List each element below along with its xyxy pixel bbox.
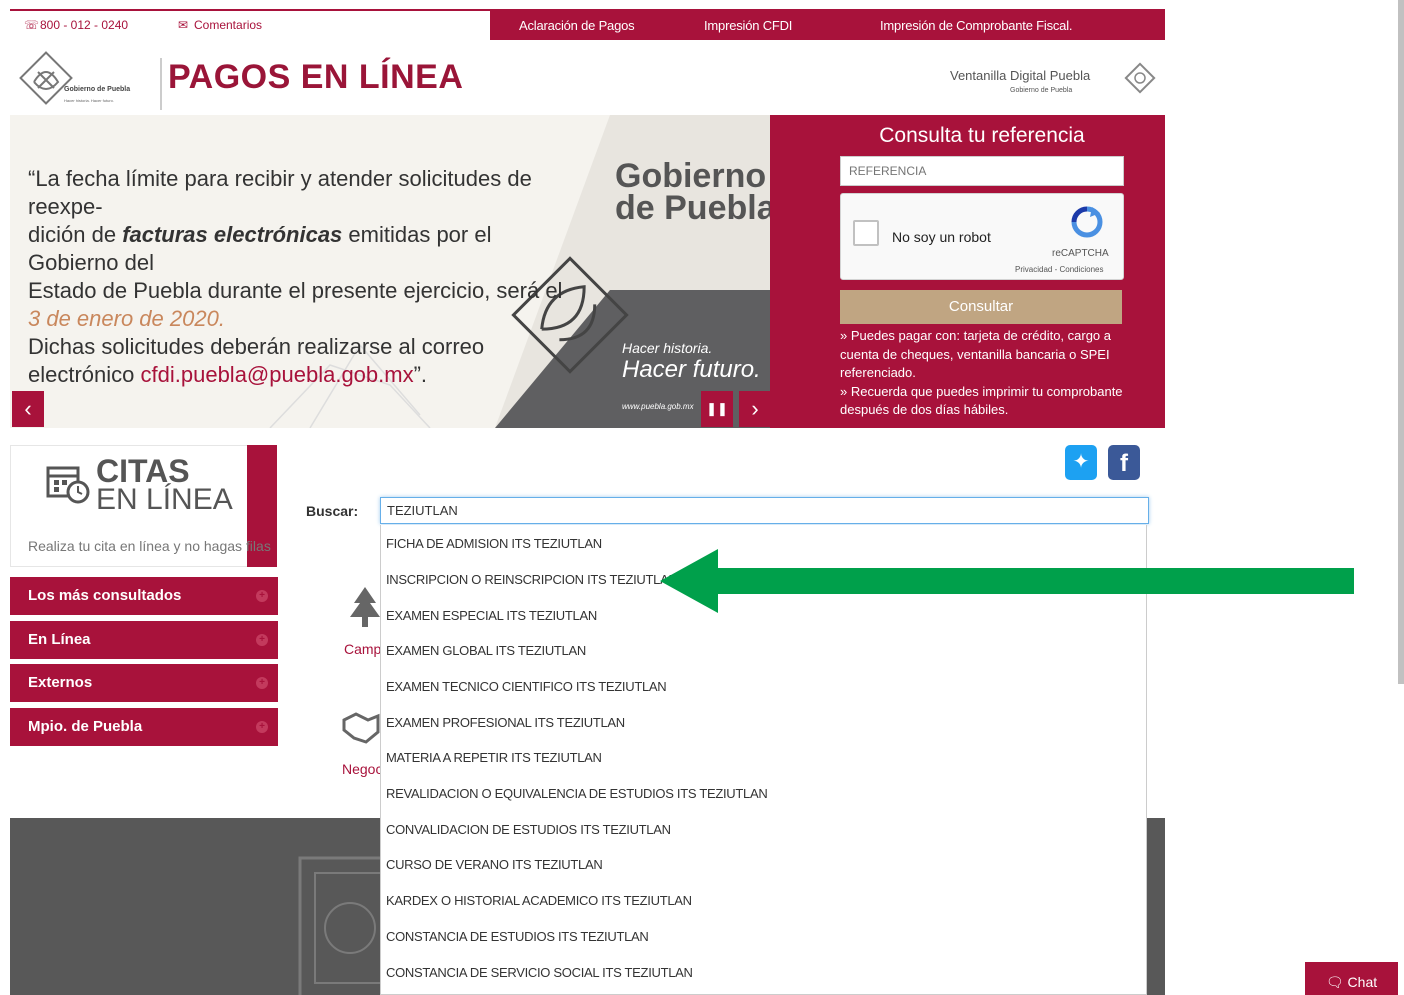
referencia-input[interactable] xyxy=(840,156,1124,186)
twitter-icon[interactable]: ✦ xyxy=(1065,445,1097,480)
ventanilla-link[interactable]: Ventanilla Digital Puebla xyxy=(950,68,1090,83)
consulta-info: » Puedes pagar con: tarjeta de crédito, … xyxy=(840,328,1123,417)
chat-icon: 🗨 xyxy=(1325,974,1348,990)
comments-link[interactable]: Comentarios xyxy=(194,18,262,32)
phone-number: 800 - 012 - 0240 xyxy=(40,18,129,32)
suggestion-item[interactable]: KARDEX O HISTORIAL ACADEMICO ITS TEZIUTL… xyxy=(386,893,692,908)
link-impresion-comprobante[interactable]: Impresión de Comprobante Fiscal. xyxy=(880,18,1073,33)
suggestion-item[interactable]: EXAMEN TECNICO CIENTIFICO ITS TEZIUTLAN xyxy=(386,679,667,694)
puebla-logo-icon xyxy=(19,51,162,110)
citas-subtitle: EN LÍNEA xyxy=(96,483,233,516)
calendar-clock-icon xyxy=(46,466,90,504)
slide-pause-button[interactable]: ❚❚ xyxy=(701,391,733,427)
suggestion-item[interactable]: EXAMEN GLOBAL ITS TEZIUTLAN xyxy=(386,643,586,658)
chat-button[interactable]: 🗨 Chat xyxy=(1305,962,1398,995)
link-aclaracion-pagos[interactable]: Aclaración de Pagos xyxy=(519,18,635,33)
search-input[interactable] xyxy=(380,497,1149,524)
suggestion-item[interactable]: INSCRIPCION O REINSCRIPCION ITS TEZIUTLA… xyxy=(386,572,678,587)
ventanilla-logo-icon xyxy=(1124,62,1156,94)
phone-icon: ☏ xyxy=(24,18,40,32)
email-link[interactable]: cfdi.puebla@puebla.gob.mx xyxy=(141,362,414,387)
suggestion-item[interactable]: CONSTANCIA DE SERVICIO SOCIAL ITS TEZIUT… xyxy=(386,965,693,980)
consultar-button[interactable]: Consultar xyxy=(840,290,1122,324)
slide-next-button[interactable]: › xyxy=(739,391,771,427)
suggestion-item[interactable]: CURSO DE VERANO ITS TEZIUTLAN xyxy=(386,857,603,872)
tree-icon xyxy=(350,587,380,627)
suggestion-item[interactable]: REVALIDACION O EQUIVALENCIA DE ESTUDIOS … xyxy=(386,786,768,801)
menu-mpio-puebla[interactable]: Mpio. de Puebla + xyxy=(10,708,278,746)
recaptcha-label: No soy un robot xyxy=(892,229,991,245)
slide-prev-button[interactable]: ‹ xyxy=(12,391,44,427)
page-title: PAGOS EN LÍNEA xyxy=(168,58,464,96)
recaptcha-icon xyxy=(1071,206,1103,238)
facebook-icon[interactable]: f xyxy=(1108,445,1140,480)
banner-gobierno-title: Gobierno de Puebla xyxy=(615,157,776,227)
banner-slogan-1: Hacer historia. xyxy=(622,340,713,356)
menu-externos[interactable]: Externos + xyxy=(10,664,278,702)
suggestion-item[interactable]: EXAMEN ESPECIAL ITS TEZIUTLAN xyxy=(386,608,597,623)
recaptcha-privacy-link[interactable]: Privacidad - Condiciones xyxy=(1015,265,1104,274)
suggestion-item[interactable]: MATERIA A REPETIR ITS TEZIUTLAN xyxy=(386,750,602,765)
search-label: Buscar: xyxy=(306,503,359,519)
suggestion-item[interactable]: CONSTANCIA DE ESTUDIOS ITS TEZIUTLAN xyxy=(386,929,649,944)
annotation-arrow-icon xyxy=(660,549,1354,613)
plus-icon: + xyxy=(256,590,268,602)
suggestion-item[interactable]: CONVALIDACION DE ESTUDIOS ITS TEZIUTLAN xyxy=(386,822,671,837)
ventanilla-subtext: Gobierno de Puebla xyxy=(1010,87,1073,94)
plus-icon: + xyxy=(256,677,268,689)
recaptcha-brand: reCAPTCHA xyxy=(1052,248,1109,259)
citas-description: Realiza tu cita en línea y no hagas fila… xyxy=(28,538,271,554)
link-impresion-cfdi[interactable]: Impresión CFDI xyxy=(704,18,792,33)
handshake-icon xyxy=(342,712,380,744)
banner-quote: “La fecha límite para recibir y atender … xyxy=(28,166,563,387)
side-label-camp[interactable]: Camp xyxy=(344,641,381,657)
recaptcha-checkbox[interactable] xyxy=(853,220,879,246)
menu-mas-consultados[interactable]: Los más consultados + xyxy=(10,577,278,615)
logo-text: Gobierno de Puebla xyxy=(64,86,131,93)
plus-icon: + xyxy=(256,721,268,733)
plus-icon: + xyxy=(256,634,268,646)
logo-subtext: Hacer historia. Hacer futuro. xyxy=(64,98,115,103)
side-label-negoc[interactable]: Negoc xyxy=(342,761,382,777)
menu-en-linea[interactable]: En Línea + xyxy=(10,621,278,659)
banner-slogan-2: Hacer futuro. xyxy=(622,356,761,383)
envelope-icon: ✉ xyxy=(178,18,189,32)
suggestion-item[interactable]: EXAMEN PROFESIONAL ITS TEZIUTLAN xyxy=(386,715,625,730)
banner-url: www.puebla.gob.mx xyxy=(622,402,694,411)
consulta-title: Consulta tu referencia xyxy=(879,124,1085,147)
suggestion-item[interactable]: FICHA DE ADMISION ITS TEZIUTLAN xyxy=(386,536,602,551)
gobierno-logo[interactable]: Gobierno de Puebla Hacer historia. Hacer… xyxy=(18,48,163,114)
scrollbar[interactable] xyxy=(1398,0,1404,684)
